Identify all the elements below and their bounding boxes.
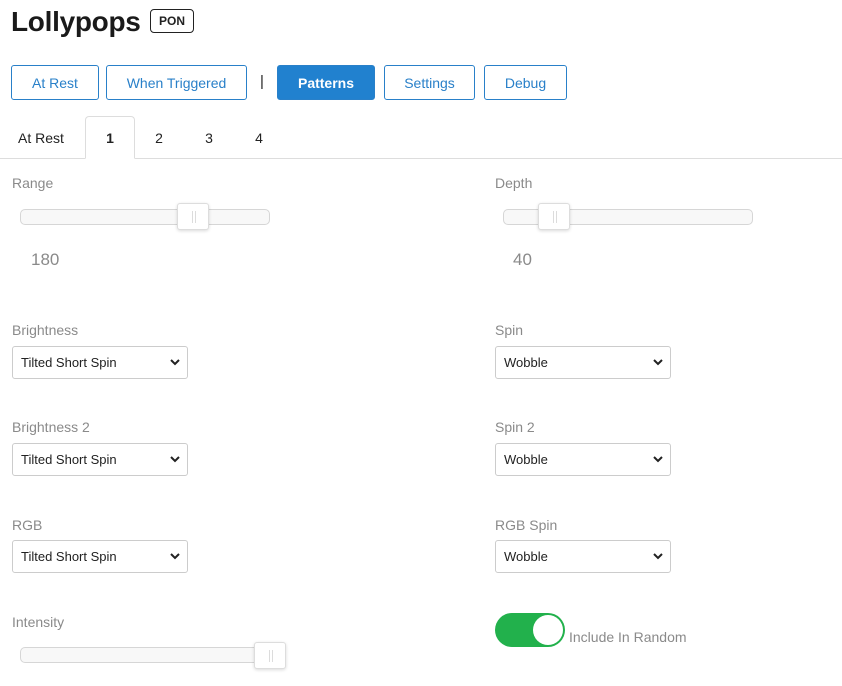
brightness2-label: Brightness 2 [12,419,90,435]
toggle-knob [533,615,563,645]
tab-at-rest[interactable]: At Rest [6,116,76,159]
patterns-button[interactable]: Patterns [277,65,375,100]
tab-1[interactable]: 1 [85,116,135,159]
depth-slider-handle[interactable] [537,203,570,230]
spin-select[interactable]: Wobble [495,346,671,379]
brightness-select[interactable]: Tilted Short Spin [12,346,188,379]
intensity-slider[interactable] [20,647,286,663]
brightness2-selected: Tilted Short Spin [21,452,117,467]
tab-3[interactable]: 3 [185,116,233,159]
tab-2[interactable]: 2 [135,116,183,159]
when-triggered-button[interactable]: When Triggered [106,65,247,100]
status-badge: PON [150,9,194,33]
intensity-label: Intensity [12,614,65,630]
include-in-random-toggle[interactable] [495,613,565,647]
spin2-selected: Wobble [504,452,548,467]
intensity-slider-handle[interactable] [254,642,286,669]
chevron-down-icon [170,553,180,560]
range-slider-handle[interactable] [176,203,209,230]
chevron-down-icon [170,456,180,463]
tab-4[interactable]: 4 [235,116,283,159]
range-label: Range [12,175,54,191]
settings-button[interactable]: Settings [384,65,475,100]
debug-button[interactable]: Debug [484,65,567,100]
include-in-random-label: Include In Random [569,629,687,645]
brightness2-select[interactable]: Tilted Short Spin [12,443,188,476]
rgb-spin-label: RGB Spin [495,517,558,533]
spin2-select[interactable]: Wobble [495,443,671,476]
at-rest-button[interactable]: At Rest [11,65,99,100]
depth-label: Depth [495,175,533,191]
rgb-spin-selected: Wobble [504,549,548,564]
range-slider[interactable] [20,209,270,225]
rgb-select[interactable]: Tilted Short Spin [12,540,188,573]
rgb-label: RGB [12,517,43,533]
spin2-label: Spin 2 [495,419,535,435]
depth-value: 40 [513,250,532,269]
brightness-selected: Tilted Short Spin [21,355,117,370]
chevron-down-icon [653,456,663,463]
range-value: 180 [31,250,60,269]
pattern-tabs: At Rest 1 2 3 4 [0,116,842,159]
nav-separator: | [260,73,264,90]
rgb-spin-select[interactable]: Wobble [495,540,671,573]
spin-selected: Wobble [504,355,548,370]
page-title: Lollypops [11,6,141,37]
chevron-down-icon [653,553,663,560]
chevron-down-icon [170,359,180,366]
rgb-selected: Tilted Short Spin [21,549,117,564]
spin-label: Spin [495,322,524,338]
chevron-down-icon [653,359,663,366]
brightness-label: Brightness [12,322,79,338]
